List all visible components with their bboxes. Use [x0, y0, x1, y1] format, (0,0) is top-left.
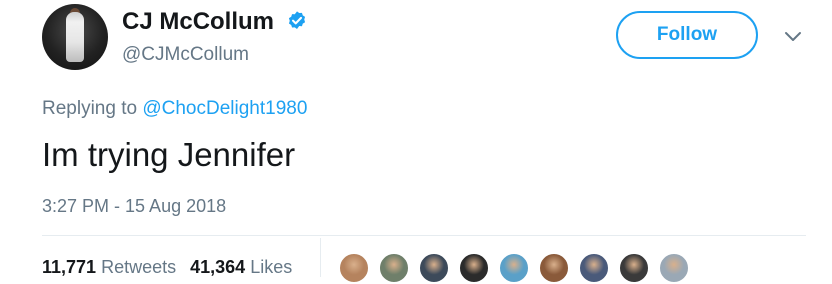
retweets-label: Retweets: [101, 257, 177, 277]
likes-count: 41,364: [190, 257, 246, 277]
chevron-down-icon[interactable]: [784, 30, 802, 44]
liker-avatar[interactable]: [338, 252, 370, 284]
reply-handle-link[interactable]: @ChocDelight1980: [142, 98, 307, 119]
avatar[interactable]: [42, 4, 108, 70]
tweet-text: Im trying Jennifer: [42, 136, 296, 173]
follow-button[interactable]: Follow: [616, 11, 758, 59]
tweet-timestamp[interactable]: 3:27 PM - 15 Aug 2018: [42, 196, 226, 217]
liker-avatar[interactable]: [498, 252, 530, 284]
tweet-card: CJ McCollum @CJMcCollum Follow Replying …: [0, 0, 832, 284]
avatar-figure: [66, 12, 84, 62]
divider: [42, 235, 806, 236]
liker-avatar[interactable]: [578, 252, 610, 284]
liker-avatar[interactable]: [538, 252, 570, 284]
liker-avatar[interactable]: [458, 252, 490, 284]
replying-prefix: Replying to: [42, 98, 138, 119]
retweets-count: 11,771: [42, 257, 97, 277]
retweets-stat[interactable]: 11,771 Retweets: [42, 257, 176, 277]
likes-label: Likes: [250, 257, 293, 277]
liker-avatar[interactable]: [418, 252, 450, 284]
likes-stat[interactable]: 41,364 Likes: [190, 257, 292, 277]
stats-separator: [320, 238, 321, 277]
liker-avatar[interactable]: [618, 252, 650, 284]
tweet-stats: 11,771 Retweets 41,364 Likes: [42, 257, 292, 278]
liker-avatar[interactable]: [658, 252, 690, 284]
user-handle[interactable]: @CJMcCollum: [122, 44, 249, 66]
display-name[interactable]: CJ McCollum: [122, 8, 274, 36]
replying-to: Replying to @ChocDelight1980: [42, 98, 307, 120]
liker-avatar[interactable]: [378, 252, 410, 284]
verified-badge-icon: [288, 11, 306, 29]
